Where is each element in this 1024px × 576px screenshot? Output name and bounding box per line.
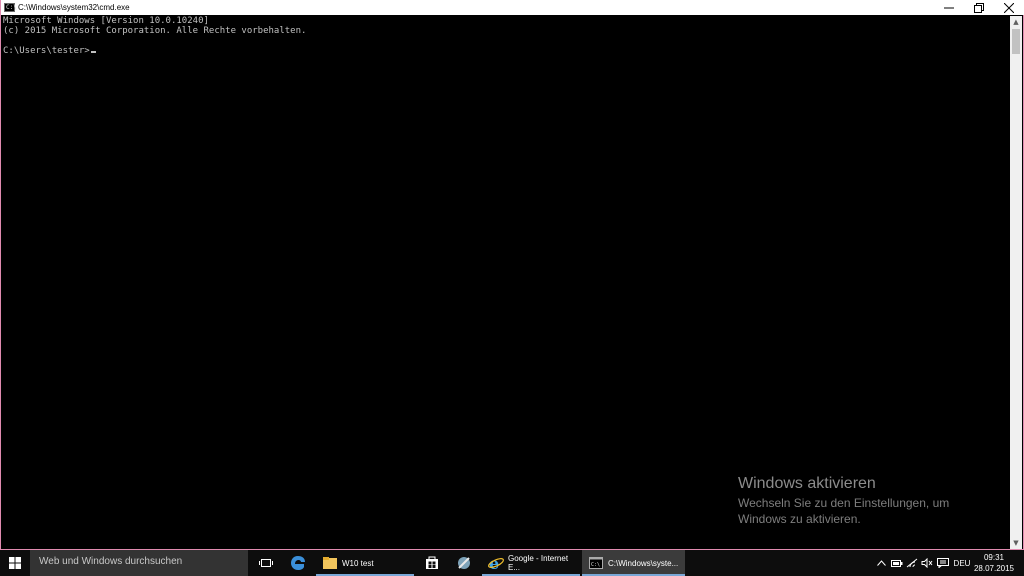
command-prompt: C:\Users\tester>: [3, 46, 90, 56]
search-placeholder: Web und Windows durchsuchen: [39, 556, 183, 567]
search-box[interactable]: Web und Windows durchsuchen: [30, 550, 248, 576]
task-view-button[interactable]: [250, 550, 282, 576]
restore-icon: [974, 2, 984, 13]
console-line: Microsoft Windows [Version 10.0.10240]: [3, 16, 209, 26]
close-icon: [1004, 2, 1014, 13]
cmd-icon: C:\: [4, 3, 17, 12]
app-label: Google - Internet E...: [508, 554, 569, 572]
edge-icon: [291, 556, 305, 570]
activation-watermark: Windows aktivieren Wechseln Sie zu den E…: [738, 474, 998, 527]
window-title: C:\Windows\system32\cmd.exe: [18, 3, 130, 12]
battery-icon: [890, 559, 902, 567]
restore-button[interactable]: [964, 0, 994, 15]
app-label: C:\Windows\syste...: [608, 558, 679, 568]
close-button[interactable]: [994, 0, 1024, 15]
wifi-off-icon: [906, 558, 917, 568]
tool-icon: [458, 557, 470, 569]
taskbar-app-explorer[interactable]: W10 test: [316, 550, 414, 576]
cmd-icon: C:\: [588, 555, 604, 571]
console-line: (c) 2015 Microsoft Corporation. Alle Rec…: [3, 26, 307, 36]
edge-button[interactable]: [282, 550, 314, 576]
task-view-icon: [259, 559, 273, 567]
network-button[interactable]: [904, 550, 919, 576]
watermark-title: Windows aktivieren: [738, 475, 876, 492]
scrollbar-thumb[interactable]: [1012, 29, 1020, 54]
vertical-scrollbar[interactable]: ▲ ▼: [1010, 16, 1022, 549]
volume-button[interactable]: [919, 550, 934, 576]
store-icon: [426, 556, 438, 569]
taskbar: Web und Windows durchsuchen W10 test e G…: [0, 550, 1024, 576]
minimize-icon: [944, 7, 954, 8]
tool-button[interactable]: [448, 550, 480, 576]
system-clock[interactable]: 09:31 28.07.2015: [974, 552, 1014, 574]
windows-logo-icon: [9, 557, 21, 569]
console-output[interactable]: Microsoft Windows [Version 10.0.10240] (…: [3, 16, 1011, 548]
start-button[interactable]: [0, 550, 30, 576]
internet-explorer-icon: e: [488, 555, 504, 571]
clock-time: 09:31: [983, 553, 1004, 562]
show-hidden-icons-button[interactable]: [874, 550, 888, 576]
taskbar-app-cmd[interactable]: C:\ C:\Windows\syste...: [582, 550, 685, 576]
text-cursor: [90, 51, 96, 53]
notification-icon: [936, 558, 949, 568]
speaker-muted-icon: [921, 558, 932, 568]
action-center-button[interactable]: [934, 550, 951, 576]
taskbar-app-ie[interactable]: e Google - Internet E...: [482, 550, 580, 576]
cmd-window: C:\ C:\Windows\system32\cmd.exe Microsof…: [0, 0, 1024, 550]
svg-text:C:\: C:\: [591, 562, 600, 568]
clock-date: 28.07.2015: [973, 564, 1014, 573]
store-button[interactable]: [416, 550, 448, 576]
folder-icon: [322, 555, 338, 571]
scroll-down-arrow-icon[interactable]: ▼: [1010, 537, 1022, 549]
chevron-up-icon: [876, 560, 886, 566]
scroll-up-arrow-icon[interactable]: ▲: [1010, 16, 1022, 28]
title-bar[interactable]: C:\ C:\Windows\system32\cmd.exe: [1, 0, 1024, 15]
battery-button[interactable]: [889, 550, 904, 576]
minimize-button[interactable]: [934, 0, 964, 15]
command-prompt-line[interactable]: C:\Users\tester>: [3, 46, 1011, 56]
watermark-text: Wechseln Sie zu den Einstellungen, um Wi…: [738, 496, 950, 526]
app-label: W10 test: [342, 558, 374, 568]
input-language[interactable]: DEU: [952, 550, 972, 576]
